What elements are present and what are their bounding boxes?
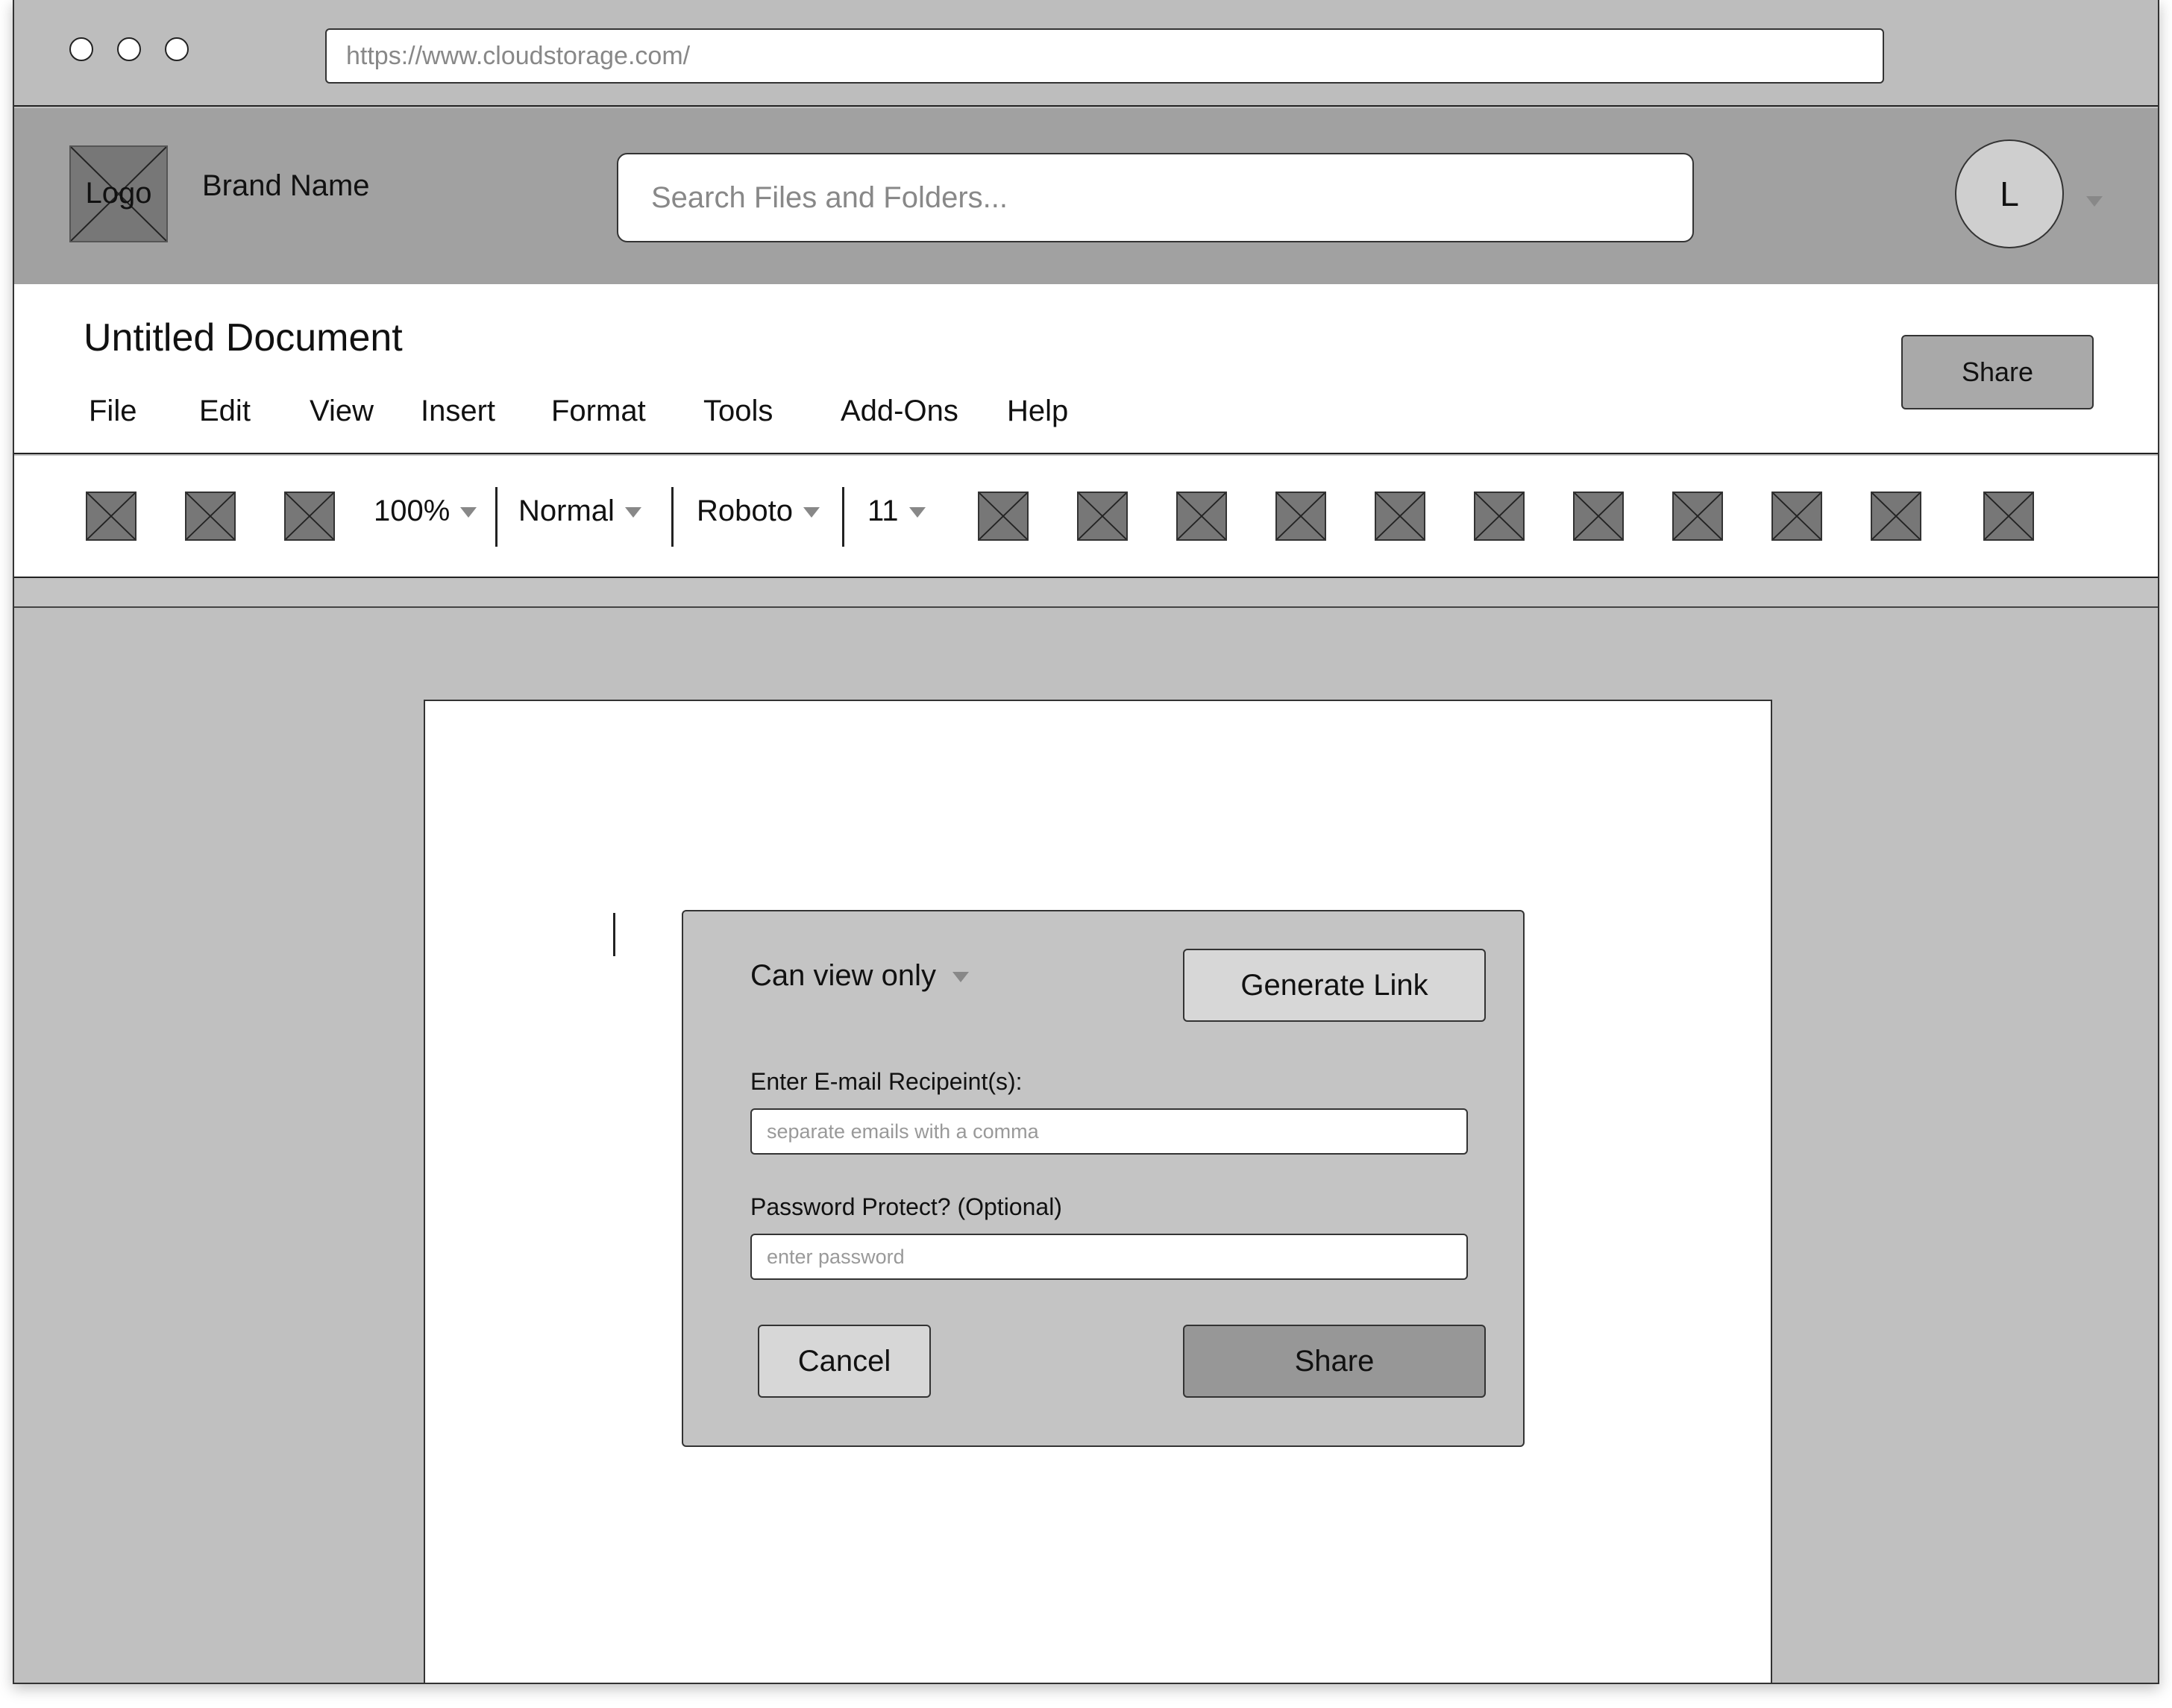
password-label: Password Protect? (Optional) bbox=[750, 1193, 1062, 1220]
font-size-value: 11 bbox=[867, 494, 899, 527]
chevron-down-icon bbox=[460, 507, 477, 518]
font-size-dropdown[interactable]: 11 bbox=[867, 494, 926, 528]
menu-item-format[interactable]: Format bbox=[551, 395, 646, 428]
menu-item-help[interactable]: Help bbox=[1007, 395, 1068, 428]
toolbar-divider bbox=[495, 487, 498, 547]
toolbar-list-icon[interactable] bbox=[1771, 492, 1822, 541]
logo-label: Logo bbox=[85, 177, 152, 210]
share-dialog: Can view only Generate Link Enter E-mail… bbox=[682, 910, 1525, 1447]
chevron-down-icon bbox=[624, 507, 641, 518]
email-field[interactable]: separate emails with a comma bbox=[750, 1108, 1468, 1155]
cancel-button[interactable]: Cancel bbox=[758, 1325, 931, 1398]
window-close-dot[interactable] bbox=[69, 37, 93, 61]
share-button[interactable]: Share bbox=[1901, 335, 2094, 409]
menu-bar: File Edit View Insert Format Tools Add-O… bbox=[14, 395, 2158, 439]
toolbar-highlight-icon[interactable] bbox=[1375, 492, 1425, 541]
toolbar-link-icon[interactable] bbox=[1474, 492, 1525, 541]
zoom-dropdown[interactable]: 100% bbox=[374, 494, 477, 528]
avatar[interactable]: L bbox=[1955, 139, 2064, 248]
menu-item-add-ons[interactable]: Add-Ons bbox=[841, 395, 958, 428]
toolbar-underline-icon[interactable] bbox=[1176, 492, 1227, 541]
menu-item-view[interactable]: View bbox=[310, 395, 374, 428]
toolbar-divider bbox=[671, 487, 674, 547]
toolbar-italic-icon[interactable] bbox=[1077, 492, 1128, 541]
chevron-down-icon[interactable] bbox=[2086, 196, 2103, 207]
browser-bar: https://www.cloudstorage.com/ bbox=[14, 0, 2158, 107]
font-dropdown[interactable]: Roboto bbox=[697, 494, 820, 528]
ruler-bar bbox=[14, 580, 2158, 608]
chevron-down-icon bbox=[952, 972, 970, 983]
formatting-toolbar: 100% Normal Roboto 11 bbox=[14, 456, 2158, 578]
style-dropdown[interactable]: Normal bbox=[518, 494, 641, 528]
generate-link-button[interactable]: Generate Link bbox=[1183, 949, 1486, 1022]
toolbar-bold-icon[interactable] bbox=[978, 492, 1029, 541]
app-window: https://www.cloudstorage.com/ Logo Brand… bbox=[13, 0, 2159, 1684]
toolbar-redo-icon[interactable] bbox=[185, 492, 236, 541]
toolbar-undo-icon[interactable] bbox=[86, 492, 136, 541]
logo-image[interactable]: Logo bbox=[69, 145, 168, 242]
app-header: Logo Brand Name Search Files and Folders… bbox=[14, 108, 2158, 284]
permission-dropdown[interactable]: Can view only bbox=[750, 959, 970, 993]
chevron-down-icon bbox=[803, 507, 820, 518]
menu-item-file[interactable]: File bbox=[89, 395, 136, 428]
share-submit-button[interactable]: Share bbox=[1183, 1325, 1486, 1398]
permission-value: Can view only bbox=[750, 959, 937, 992]
password-field[interactable]: enter password bbox=[750, 1234, 1468, 1280]
email-label: Enter E-mail Recipeint(s): bbox=[750, 1068, 1023, 1095]
search-input[interactable]: Search Files and Folders... bbox=[617, 153, 1694, 242]
toolbar-align-icon[interactable] bbox=[1672, 492, 1723, 541]
toolbar-indent-icon[interactable] bbox=[1871, 492, 1921, 541]
document-header: Untitled Document File Edit View Insert … bbox=[14, 284, 2158, 454]
brand-name[interactable]: Brand Name bbox=[202, 169, 370, 203]
zoom-value: 100% bbox=[374, 494, 451, 527]
address-bar[interactable]: https://www.cloudstorage.com/ bbox=[325, 28, 1884, 84]
document-title[interactable]: Untitled Document bbox=[84, 315, 403, 360]
menu-item-insert[interactable]: Insert bbox=[421, 395, 495, 428]
toolbar-text-color-icon[interactable] bbox=[1275, 492, 1326, 541]
toolbar-print-icon[interactable] bbox=[284, 492, 335, 541]
chevron-down-icon bbox=[908, 507, 926, 518]
menu-item-edit[interactable]: Edit bbox=[199, 395, 251, 428]
style-value: Normal bbox=[518, 494, 615, 527]
text-cursor bbox=[613, 913, 615, 956]
window-maximize-dot[interactable] bbox=[165, 37, 189, 61]
toolbar-divider bbox=[842, 487, 844, 547]
font-value: Roboto bbox=[697, 494, 793, 527]
window-minimize-dot[interactable] bbox=[117, 37, 141, 61]
toolbar-image-icon[interactable] bbox=[1573, 492, 1624, 541]
menu-item-tools[interactable]: Tools bbox=[703, 395, 773, 428]
toolbar-clear-format-icon[interactable] bbox=[1983, 492, 2034, 541]
